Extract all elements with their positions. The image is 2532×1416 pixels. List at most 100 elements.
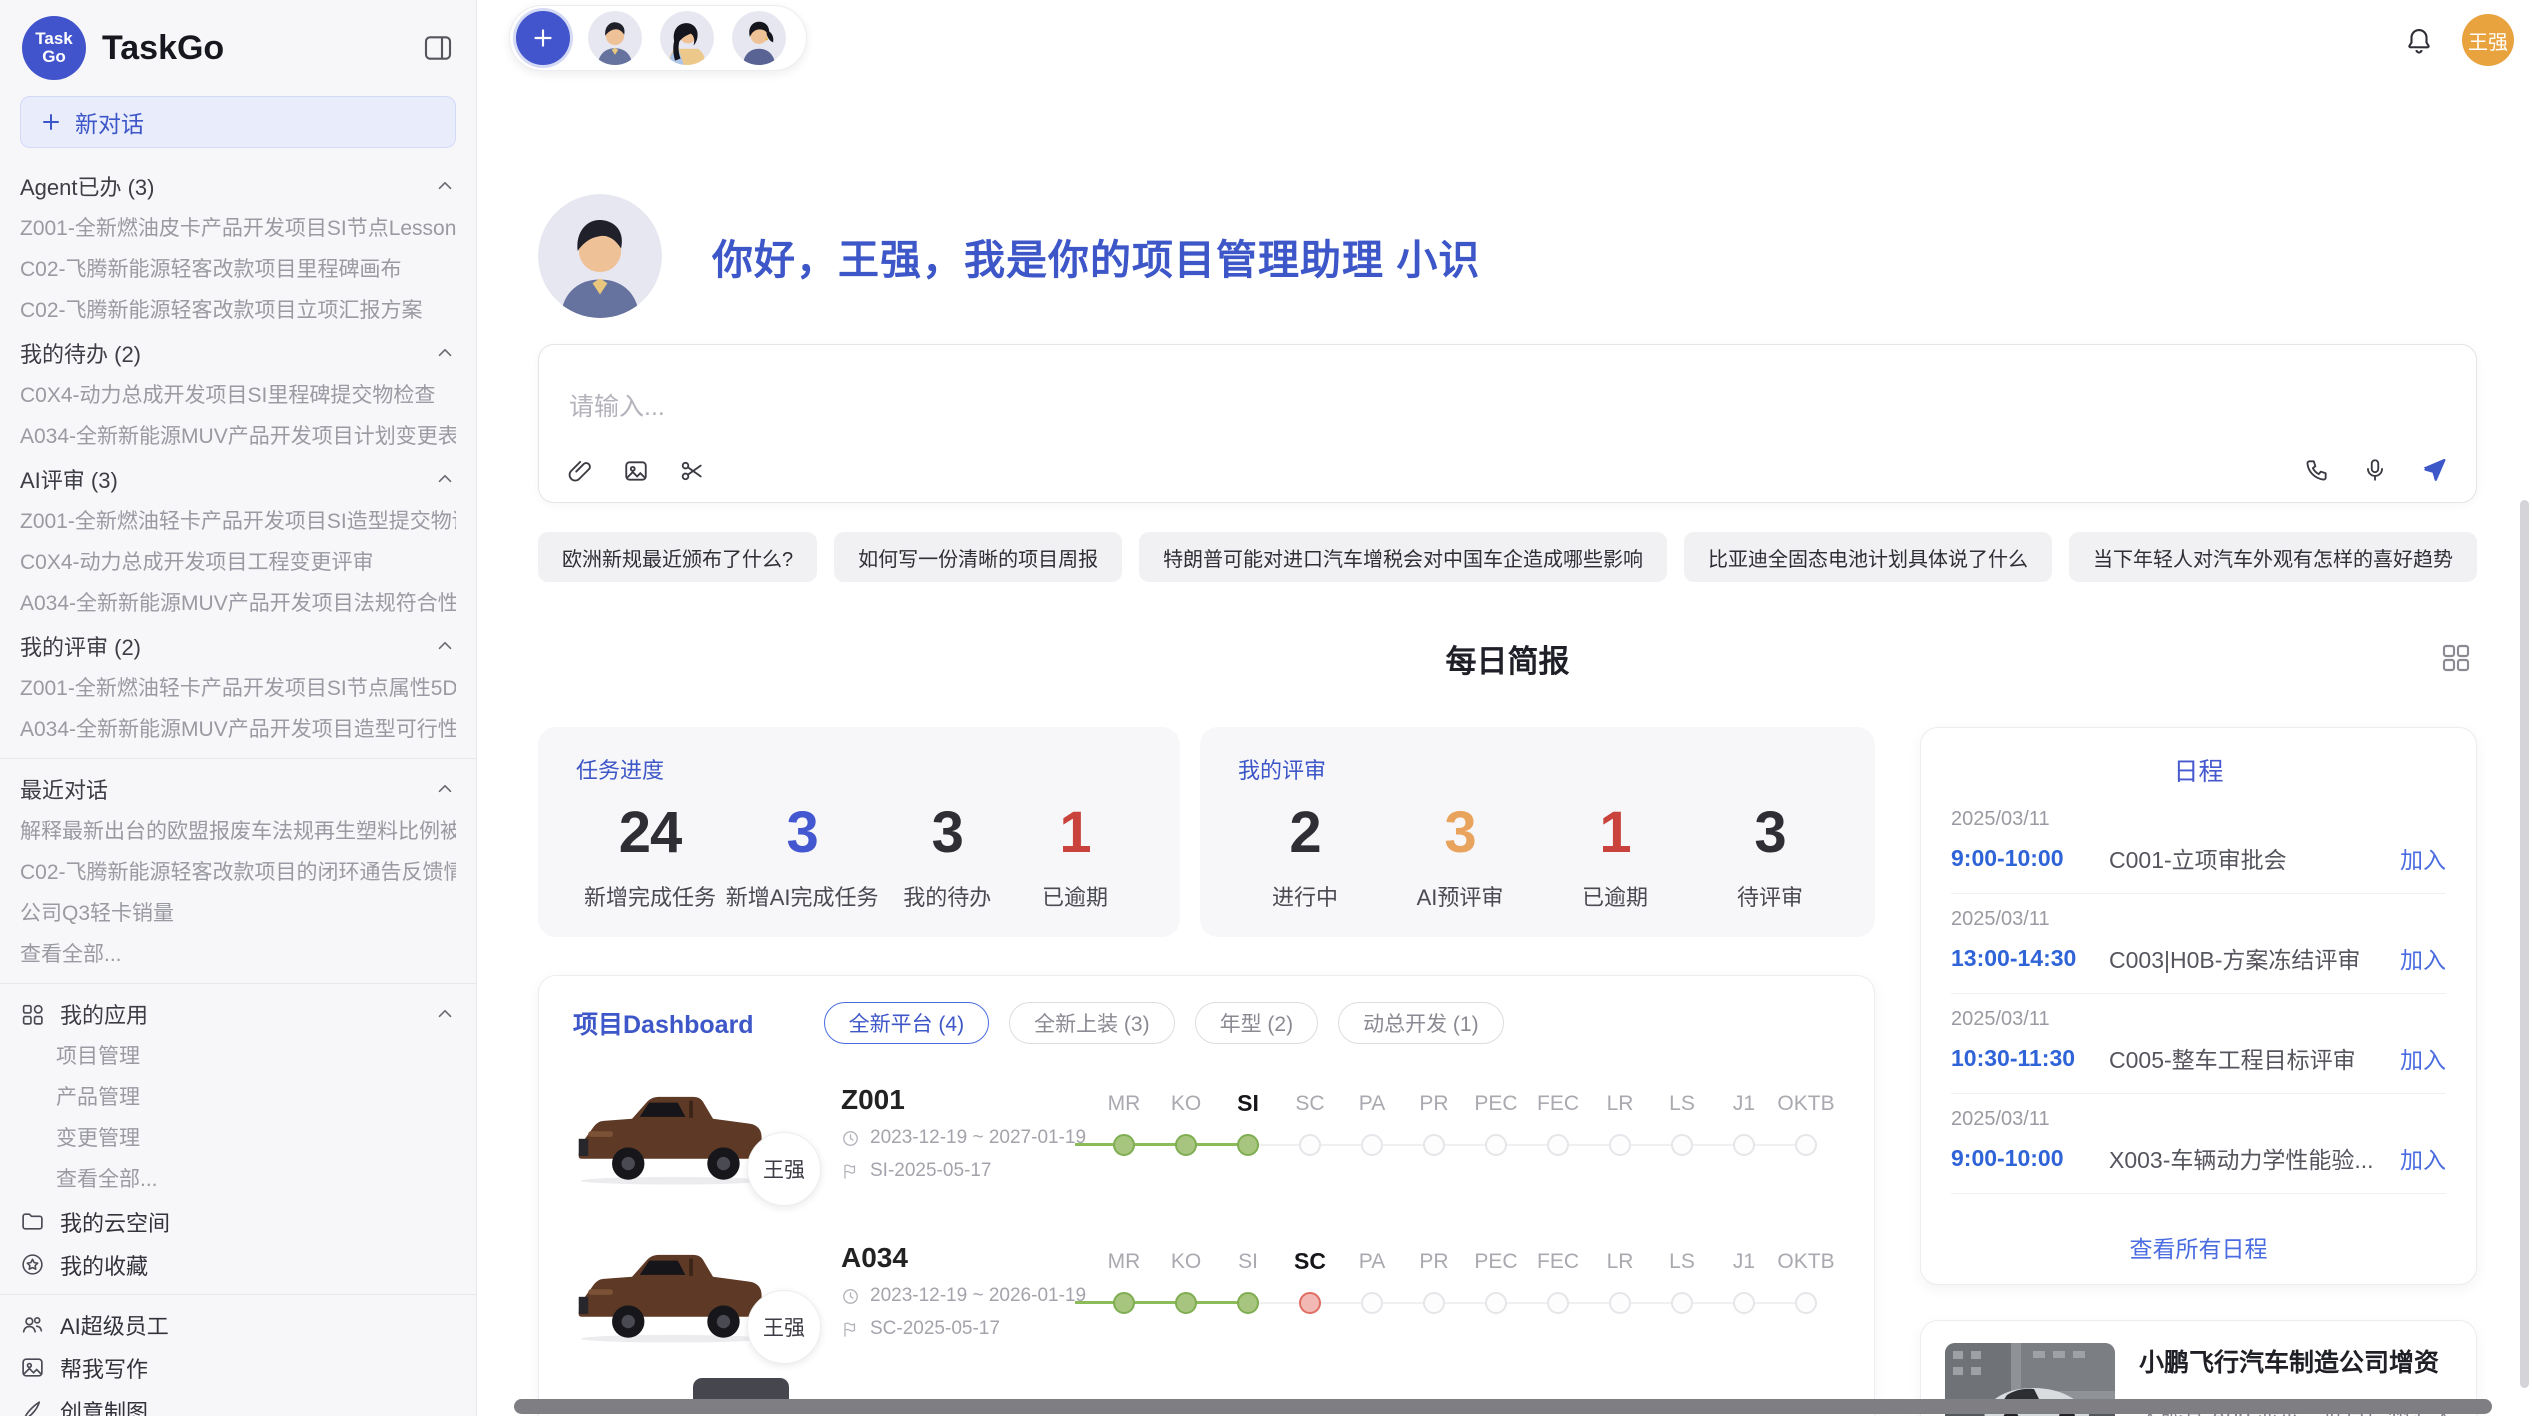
join-meeting-link[interactable]: 加入	[2400, 941, 2446, 975]
project-owner-badge: 王强	[747, 1132, 821, 1206]
sidebar-section-header[interactable]: 最近对话	[20, 767, 456, 811]
dashboard-filter-pill[interactable]: 全新上装 (3)	[1009, 1002, 1175, 1044]
new-chat-button[interactable]: 新对话	[20, 96, 456, 148]
daily-brief-title: 每日简报	[1446, 644, 1570, 679]
sidebar-conversation-item[interactable]: A034-全新新能源MUV产品开发项目计划变更表编写	[20, 416, 456, 457]
layout-grid-icon[interactable]	[2440, 642, 2472, 674]
dashboard-filter-pill[interactable]: 全新平台 (4)	[824, 1002, 990, 1044]
app-title: TaskGo	[102, 29, 406, 68]
microphone-icon[interactable]	[2362, 457, 2388, 483]
stat-value: 3	[1401, 799, 1519, 866]
milestone-label: PA	[1341, 1092, 1403, 1116]
sidebar-section-header[interactable]: 我的评审 (2)	[20, 624, 456, 668]
bell-icon[interactable]	[2404, 25, 2434, 55]
milestone-label: KO	[1155, 1250, 1217, 1274]
project-row[interactable]: 王强A0342023-12-19 ~ 2026-01-19SC-2025-05-…	[539, 1208, 1874, 1366]
project-row[interactable]: 王强Z0012023-12-19 ~ 2027-01-19SI-2025-05-…	[539, 1050, 1874, 1208]
sidebar-conversation-item[interactable]: A034-全新新能源MUV产品开发项目法规符合性评审	[20, 583, 456, 624]
join-meeting-link[interactable]: 加入	[2400, 1041, 2446, 1075]
project-code: Z001	[841, 1084, 1093, 1116]
star-badge-icon	[20, 1252, 45, 1277]
sidebar-conversation-item[interactable]: C0X4-动力总成开发项目SI里程碑提交物检查	[20, 375, 456, 416]
sidebar-tool[interactable]: 创意制图	[20, 1389, 456, 1416]
grid-icon	[20, 1002, 45, 1027]
schedule-time: 9:00-10:00	[1951, 845, 2109, 872]
milestone-label: SC	[1279, 1092, 1341, 1116]
sidebar-conversation-item[interactable]: 查看全部...	[20, 934, 456, 975]
milestone-label: LR	[1589, 1250, 1651, 1274]
sidebar-conversation-item[interactable]: 公司Q3轻卡销量	[20, 893, 456, 934]
milestone-dot	[1299, 1134, 1321, 1156]
milestone-label: LS	[1651, 1092, 1713, 1116]
scissors-icon[interactable]	[679, 458, 705, 484]
stat-value: 24	[584, 799, 716, 866]
suggestion-chip[interactable]: 欧洲新规最近颁布了什么?	[538, 532, 817, 582]
join-meeting-link[interactable]: 加入	[2400, 841, 2446, 875]
schedule-name: C005-整车工程目标评审	[2109, 1041, 2400, 1075]
daily-brief-header: 每日简报	[538, 636, 2477, 681]
milestone-label: MR	[1093, 1250, 1155, 1274]
agent-avatar[interactable]	[588, 11, 642, 65]
new-chat-label: 新对话	[75, 105, 144, 139]
sidebar-section-header[interactable]: AI评审 (3)	[20, 457, 456, 501]
suggestion-chip[interactable]: 特朗普可能对进口汽车增税会对中国车企造成哪些影响	[1139, 532, 1667, 582]
milestone-label: PR	[1403, 1250, 1465, 1274]
sidebar-conversation-item[interactable]: C02-飞腾新能源轻客改款项目里程碑画布	[20, 249, 456, 290]
schedule-list: 2025/03/119:00-10:00C001-立项审批会加入2025/03/…	[1951, 794, 2446, 1216]
composer-attachments	[567, 458, 705, 484]
flag-icon	[841, 1162, 860, 1181]
send-icon[interactable]	[2420, 456, 2448, 484]
flag-icon	[841, 1320, 860, 1339]
milestone-dot	[1547, 1134, 1569, 1156]
sidebar-conversation-item[interactable]: 解释最新出台的欧盟报废车法规再生塑料比例被调至15%...	[20, 811, 456, 852]
sidebar-link[interactable]: 我的云空间	[20, 1200, 456, 1243]
stat: 24新增完成任务	[584, 799, 716, 912]
sidebar-conversation-item[interactable]: C02-飞腾新能源轻客改款项目的闭环通告反馈情况	[20, 852, 456, 893]
sidebar-section-header[interactable]: 我的待办 (2)	[20, 331, 456, 375]
agent-avatar[interactable]	[660, 11, 714, 65]
milestone-dot	[1423, 1292, 1445, 1314]
vertical-scrollbar[interactable]	[2520, 500, 2529, 1388]
dashboard-filter-pill[interactable]: 动总开发 (1)	[1338, 1002, 1504, 1044]
sidebar-conversation-item[interactable]: C02-飞腾新能源轻客改款项目立项汇报方案	[20, 290, 456, 331]
add-agent-button[interactable]	[516, 11, 570, 65]
join-meeting-link[interactable]: 加入	[2400, 1141, 2446, 1175]
suggestion-chip[interactable]: 比亚迪全固态电池计划具体说了什么	[1684, 532, 2052, 582]
sidebar-app-item[interactable]: 变更管理	[20, 1118, 456, 1159]
sidebar-app-item[interactable]: 产品管理	[20, 1077, 456, 1118]
view-all-schedule-link[interactable]: 查看所有日程	[1951, 1216, 2446, 1270]
sidebar-link[interactable]: 我的收藏	[20, 1243, 456, 1286]
milestone-label: SC	[1279, 1248, 1341, 1275]
sidebar-conversation-item[interactable]: Z001-全新燃油轻卡产品开发项目SI造型提交物评审	[20, 501, 456, 542]
sidebar-app-item[interactable]: 项目管理	[20, 1036, 456, 1077]
sidebar-conversation-item[interactable]: Z001-全新燃油皮卡产品开发项目SI节点Lesson Learn报告	[20, 208, 456, 249]
divider	[0, 983, 476, 984]
stat-value: 3	[726, 799, 879, 866]
sidebar-section-header[interactable]: Agent已办 (3)	[20, 164, 456, 208]
schedule-time: 9:00-10:00	[1951, 1145, 2109, 1172]
sidebar-toggle-icon[interactable]	[422, 32, 454, 64]
agent-avatar[interactable]	[732, 11, 786, 65]
horizontal-scrollbar[interactable]	[514, 1399, 2492, 1414]
suggestion-chip[interactable]: 如何写一份清晰的项目周报	[834, 532, 1122, 582]
sidebar-conversation-item[interactable]: C0X4-动力总成开发项目工程变更评审	[20, 542, 456, 583]
suggestion-chip[interactable]: 当下年轻人对汽车外观有怎样的喜好趋势	[2069, 532, 2477, 582]
dashboard-filters: 全新平台 (4) 全新上装 (3) 年型 (2) 动总开发 (1)	[824, 1002, 1504, 1044]
project-date-range: 2023-12-19 ~ 2026-01-19	[870, 1285, 1086, 1307]
user-avatar[interactable]: 王强	[2462, 14, 2514, 66]
dashboard-filter-pill[interactable]: 年型 (2)	[1195, 1002, 1319, 1044]
image-icon[interactable]	[623, 458, 649, 484]
chat-input[interactable]	[569, 393, 1969, 422]
sidebar-conversation-item[interactable]: A034-全新新能源MUV产品开发项目造型可行性评审	[20, 709, 456, 750]
paperclip-icon[interactable]	[567, 458, 593, 484]
milestone-dot	[1795, 1134, 1817, 1156]
sidebar-tool[interactable]: 帮我写作	[20, 1346, 456, 1389]
phone-icon[interactable]	[2304, 457, 2330, 483]
sidebar-tool[interactable]: AI超级员工	[20, 1303, 456, 1346]
sidebar-section-my-apps[interactable]: 我的应用	[20, 992, 456, 1036]
stat: 3待评审	[1711, 799, 1829, 912]
sidebar-conversation-item[interactable]: Z001-全新燃油轻卡产品开发项目SI节点属性5D文件评审	[20, 668, 456, 709]
dashboard-project-list: 王强Z0012023-12-19 ~ 2027-01-19SI-2025-05-…	[539, 1050, 1874, 1366]
sidebar-app-item[interactable]: 查看全部...	[20, 1159, 456, 1200]
schedule-item: 2025/03/119:00-10:00C001-立项审批会加入	[1951, 794, 2446, 894]
